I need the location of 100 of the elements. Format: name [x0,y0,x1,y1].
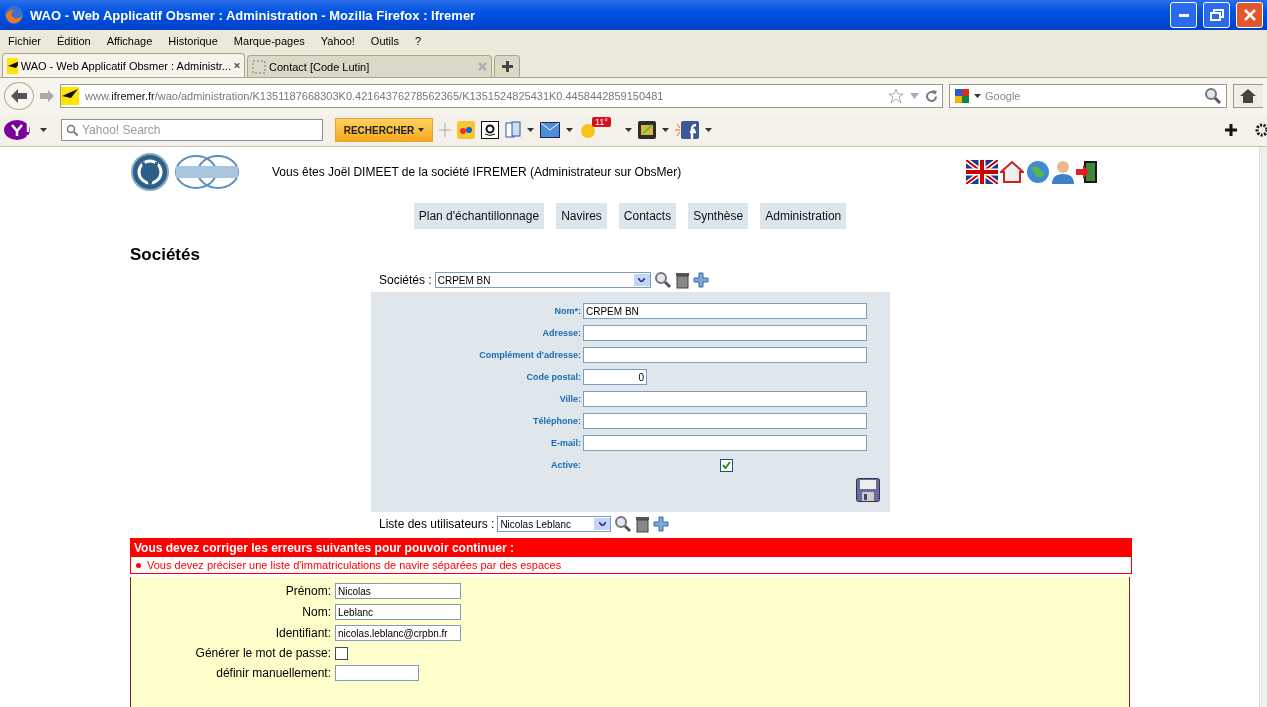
forward-arrow-icon [40,90,54,102]
address-bar[interactable]: www.ifremer.fr/wao/administration/K1351187668303K0.42164376278562365/K1351524825431K0.4458442859150481 [60,84,943,108]
search-field[interactable]: Google [949,84,1227,108]
company-select[interactable]: CRPEM BN [434,272,651,288]
browser-logo-icon [4,5,24,25]
close-icon [1243,9,1256,21]
input-field[interactable]: 0 [583,369,647,385]
caret-icon[interactable] [527,128,534,132]
nav-link[interactable]: Plan d'échantillonnage [413,203,545,229]
checkbox[interactable] [335,646,348,660]
caret-icon[interactable] [662,128,669,132]
trash-icon[interactable] [635,515,651,533]
field-label: Complément d'adresse: [478,350,581,360]
blank-page-icon [252,59,266,74]
input-field[interactable] [583,347,867,363]
input-field[interactable]: Nicolas [335,583,461,599]
bullet-icon [136,563,141,569]
search-icon[interactable] [1204,87,1222,105]
restore-icon [1209,9,1224,21]
home-icon [1240,89,1256,103]
error-message: Vous devez préciser une liste d'immatriculations de navire séparées par des espaces [131,557,1131,573]
sun-icon[interactable] [579,121,597,139]
field-label: Nom*: [553,306,581,316]
input-field[interactable] [583,391,867,407]
save-icon[interactable] [856,478,880,502]
menu-item[interactable]: Outils [370,35,399,47]
caret-icon[interactable] [40,128,47,132]
menu-item[interactable]: Yahoo! [320,35,355,47]
book-icon[interactable] [505,121,521,139]
input-field[interactable] [583,325,867,341]
settings-icon[interactable] [1255,123,1267,137]
menu-item[interactable]: Fichier [8,35,41,47]
obsmer-logo-icon [174,154,240,190]
browser-tab[interactable]: Contact [Code Lutin] [247,55,492,77]
menu-item[interactable]: ? [415,35,422,47]
input-field[interactable]: CRPEM BN [583,303,867,319]
home-icon[interactable] [1000,160,1024,184]
user-select[interactable]: Nicolas Leblanc [497,516,612,532]
caret-icon[interactable] [625,128,632,132]
caret-icon[interactable] [974,94,981,98]
folder-icon[interactable] [638,121,656,139]
user-info: Vous êtes Joël DIMEET de la société IFREMER (Administrateur sur ObsMer) [272,165,683,179]
field-label: Nom: [301,605,331,619]
menu-item[interactable]: Édition [57,35,91,47]
site-logo-icon [7,57,18,74]
search-button[interactable]: RECHERCHER [335,118,433,142]
nav-link[interactable]: Navires [556,203,607,229]
close-button[interactable] [1236,2,1263,28]
input-field[interactable]: nicolas.leblanc@crpbn.fr [335,625,461,641]
mail-icon[interactable] [540,122,560,138]
menu-item[interactable]: Affichage [106,35,153,47]
browser-tab[interactable]: WAO - Web Applicatif Obsmer : Administr... [2,53,245,77]
nav-link[interactable]: Administration [760,203,847,229]
select-label: Sociétés : [379,273,432,287]
field-label: Identifiant: [274,626,331,640]
add-icon[interactable] [653,516,670,532]
back-arrow-icon [11,89,27,103]
nav-link[interactable]: Contacts [618,203,677,229]
input-field[interactable] [583,435,867,451]
search-icon[interactable] [653,271,672,289]
restore-button[interactable] [1203,2,1230,28]
add-icon[interactable] [692,272,709,288]
site-logo-icon [61,87,79,105]
error-title: Vous devez corriger les erreurs suivantes pour pouvoir continuer : [131,539,1131,557]
plus-icon[interactable] [1225,124,1237,136]
menu-item[interactable]: Historique [168,35,218,47]
minimize-button[interactable] [1170,2,1197,28]
field-label: Ville: [558,394,581,404]
caret-icon[interactable] [566,128,573,132]
input-field[interactable] [583,413,867,429]
field-label: E-mail: [550,438,581,448]
home-button[interactable] [1233,84,1263,108]
input-field[interactable] [335,665,419,681]
input-field[interactable]: Leblanc [335,604,461,620]
menu-item[interactable]: Marque-pages [233,35,305,47]
search-engine-icon [954,88,970,104]
uk-flag-icon[interactable] [966,160,998,184]
nav-link[interactable]: Synthèse [688,203,749,229]
reload-icon[interactable] [925,89,938,103]
trash-icon[interactable] [674,271,690,289]
temperature-badge: 11° [592,117,611,127]
logout-icon[interactable] [1076,160,1098,184]
page-title: Sociétés [130,245,201,265]
checkbox[interactable] [720,458,733,472]
field-label: Générer le mot de passe: [194,646,331,660]
select-label: Liste des utilisateurs : [379,517,495,531]
close-icon[interactable] [234,61,240,70]
star-icon[interactable] [888,88,904,104]
grip-icon [439,123,451,137]
search-icon[interactable] [614,515,633,533]
window-title: WAO - Web Applicatif Obsmer : Administration - Mozilla Firefox : Ifremer [30,7,477,23]
facebook-icon[interactable] [675,121,699,139]
back-button[interactable] [4,82,34,110]
new-tab-button[interactable] [494,55,520,77]
field-label: Téléphone: [532,416,581,426]
globe-icon[interactable] [1026,160,1050,184]
caret-icon[interactable] [705,128,712,132]
user-icon[interactable] [1052,160,1074,184]
field-label: Active: [550,460,581,470]
search-placeholder: Yahoo! Search [82,123,161,137]
